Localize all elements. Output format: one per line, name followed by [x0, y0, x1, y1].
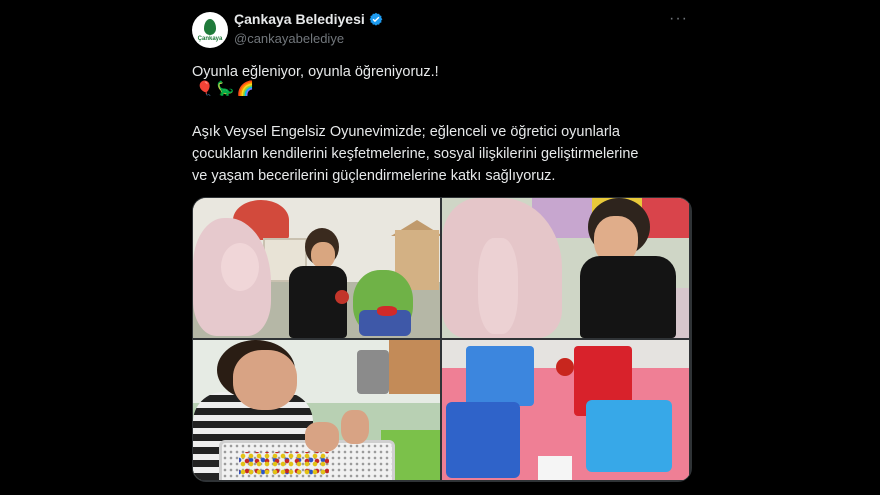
account-avatar[interactable]: Çankaya	[192, 12, 228, 48]
rainbow-icon: 🌈	[236, 80, 255, 96]
account-handle[interactable]: @cankayabelediye	[234, 31, 344, 46]
verified-badge-icon	[369, 12, 383, 26]
avatar-logo-text: Çankaya	[197, 35, 223, 42]
dinosaur-icon: 🦕	[216, 80, 234, 96]
balloon-icon: 🎈	[196, 80, 214, 96]
photo-2[interactable]	[442, 198, 689, 338]
account-display-name[interactable]: Çankaya Belediyesi	[234, 11, 365, 27]
photo-1[interactable]	[193, 198, 440, 338]
account-name-row: Çankaya Belediyesi	[234, 11, 383, 27]
photo-3[interactable]	[193, 340, 440, 480]
media-grid	[192, 197, 692, 482]
tweet: Çankaya Çankaya Belediyesi @cankayabeled…	[192, 0, 692, 495]
tweet-text-body: Aşık Veysel Engelsiz Oyunevimizde; eğlen…	[192, 124, 639, 184]
photo-4[interactable]	[442, 340, 689, 480]
tweet-emojis: 🎈 🦕 🌈	[196, 80, 254, 97]
more-options-icon[interactable]: ···	[669, 10, 688, 28]
leaf-logo-icon	[204, 18, 216, 35]
